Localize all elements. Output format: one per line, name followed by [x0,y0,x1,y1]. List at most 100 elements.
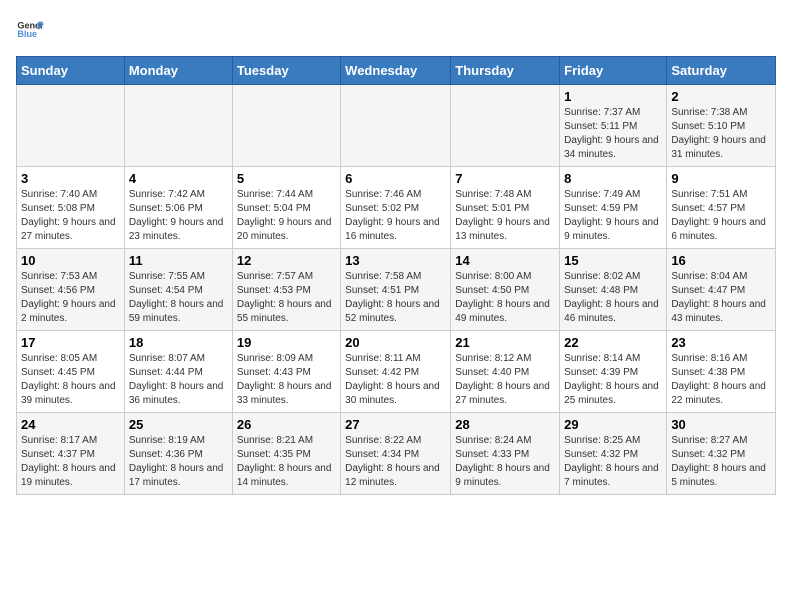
day-number: 10 [21,253,120,268]
day-info: Sunrise: 8:05 AM Sunset: 4:45 PM Dayligh… [21,352,120,408]
calendar-cell: 8Sunrise: 7:49 AM Sunset: 4:59 PM Daylig… [560,167,667,249]
weekday-header-saturday: Saturday [667,57,776,85]
logo: General Blue [16,16,44,44]
calendar-cell: 29Sunrise: 8:25 AM Sunset: 4:32 PM Dayli… [560,413,667,495]
day-number: 28 [455,417,555,432]
calendar-cell: 20Sunrise: 8:11 AM Sunset: 4:42 PM Dayli… [341,331,451,413]
day-number: 12 [237,253,336,268]
calendar-week-4: 24Sunrise: 8:17 AM Sunset: 4:37 PM Dayli… [17,413,776,495]
logo-icon: General Blue [16,16,44,44]
calendar-table: SundayMondayTuesdayWednesdayThursdayFrid… [16,56,776,495]
day-number: 1 [564,89,662,104]
calendar-week-0: 1 Sunrise: 7:37 AM Sunset: 5:11 PM Daylig… [17,85,776,167]
calendar-cell: 7 Sunrise: 7:48 AM Sunset: 5:01 PM Daylig… [451,167,560,249]
day-info: Sunrise: 7:42 AM Sunset: 5:06 PM Dayligh… [129,188,228,244]
day-info: Sunrise: 8:16 AM Sunset: 4:38 PM Dayligh… [671,352,771,408]
day-info: Sunrise: 7:48 AM Sunset: 5:01 PM Dayligh… [455,188,555,244]
day-info: Sunrise: 8:04 AM Sunset: 4:47 PM Dayligh… [671,270,771,326]
weekday-header-tuesday: Tuesday [232,57,340,85]
day-info: Sunrise: 8:02 AM Sunset: 4:48 PM Dayligh… [564,270,662,326]
day-number: 13 [345,253,446,268]
calendar-cell: 1 Sunrise: 7:37 AM Sunset: 5:11 PM Daylig… [560,85,667,167]
day-number: 30 [671,417,771,432]
calendar-cell: 13Sunrise: 7:58 AM Sunset: 4:51 PM Dayli… [341,249,451,331]
weekday-header-monday: Monday [124,57,232,85]
calendar-cell: 10 Sunrise: 7:53 AM Sunset: 4:56 PM Dayli… [17,249,125,331]
calendar-cell [451,85,560,167]
day-number: 18 [129,335,228,350]
calendar-cell: 24Sunrise: 8:17 AM Sunset: 4:37 PM Dayli… [17,413,125,495]
day-info: Sunrise: 7:40 AM Sunset: 5:08 PM Dayligh… [21,188,120,244]
day-info: Sunrise: 7:46 AM Sunset: 5:02 PM Dayligh… [345,188,446,244]
calendar-cell: 11 Sunrise: 7:55 AM Sunset: 4:54 PM Dayli… [124,249,232,331]
day-info: Sunrise: 8:17 AM Sunset: 4:37 PM Dayligh… [21,434,120,490]
day-number: 25 [129,417,228,432]
weekday-header-wednesday: Wednesday [341,57,451,85]
calendar-cell [341,85,451,167]
day-number: 2 [671,89,771,104]
calendar-cell: 18Sunrise: 8:07 AM Sunset: 4:44 PM Dayli… [124,331,232,413]
calendar-cell: 25 Sunrise: 8:19 AM Sunset: 4:36 PM Dayli… [124,413,232,495]
calendar-cell: 17Sunrise: 8:05 AM Sunset: 4:45 PM Dayli… [17,331,125,413]
calendar-cell: 6 Sunrise: 7:46 AM Sunset: 5:02 PM Daylig… [341,167,451,249]
day-info: Sunrise: 8:25 AM Sunset: 4:32 PM Dayligh… [564,434,662,490]
weekday-header-thursday: Thursday [451,57,560,85]
day-info: Sunrise: 7:53 AM Sunset: 4:56 PM Dayligh… [21,270,120,326]
day-number: 7 [455,171,555,186]
weekday-row: SundayMondayTuesdayWednesdayThursdayFrid… [17,57,776,85]
day-info: Sunrise: 8:00 AM Sunset: 4:50 PM Dayligh… [455,270,555,326]
calendar-cell: 30 Sunrise: 8:27 AM Sunset: 4:32 PM Dayli… [667,413,776,495]
calendar-cell: 12 Sunrise: 7:57 AM Sunset: 4:53 PM Dayli… [232,249,340,331]
calendar-header: SundayMondayTuesdayWednesdayThursdayFrid… [17,57,776,85]
day-number: 26 [237,417,336,432]
day-number: 5 [237,171,336,186]
calendar-cell: 19Sunrise: 8:09 AM Sunset: 4:43 PM Dayli… [232,331,340,413]
day-info: Sunrise: 7:37 AM Sunset: 5:11 PM Dayligh… [564,106,662,162]
calendar-cell: 26 Sunrise: 8:21 AM Sunset: 4:35 PM Dayli… [232,413,340,495]
day-info: Sunrise: 7:49 AM Sunset: 4:59 PM Dayligh… [564,188,662,244]
day-number: 11 [129,253,228,268]
day-number: 20 [345,335,446,350]
calendar-body: 1 Sunrise: 7:37 AM Sunset: 5:11 PM Daylig… [17,85,776,495]
weekday-header-sunday: Sunday [17,57,125,85]
calendar-week-3: 17Sunrise: 8:05 AM Sunset: 4:45 PM Dayli… [17,331,776,413]
calendar-week-1: 3 Sunrise: 7:40 AM Sunset: 5:08 PM Daylig… [17,167,776,249]
day-number: 3 [21,171,120,186]
day-info: Sunrise: 8:14 AM Sunset: 4:39 PM Dayligh… [564,352,662,408]
calendar-cell: 15Sunrise: 8:02 AM Sunset: 4:48 PM Dayli… [560,249,667,331]
day-info: Sunrise: 8:24 AM Sunset: 4:33 PM Dayligh… [455,434,555,490]
calendar-cell [124,85,232,167]
calendar-week-2: 10 Sunrise: 7:53 AM Sunset: 4:56 PM Dayli… [17,249,776,331]
day-info: Sunrise: 8:12 AM Sunset: 4:40 PM Dayligh… [455,352,555,408]
calendar-cell: 21 Sunrise: 8:12 AM Sunset: 4:40 PM Dayli… [451,331,560,413]
day-number: 4 [129,171,228,186]
day-info: Sunrise: 8:22 AM Sunset: 4:34 PM Dayligh… [345,434,446,490]
day-number: 21 [455,335,555,350]
day-number: 6 [345,171,446,186]
calendar-cell: 14Sunrise: 8:00 AM Sunset: 4:50 PM Dayli… [451,249,560,331]
calendar-cell: 16 Sunrise: 8:04 AM Sunset: 4:47 PM Dayli… [667,249,776,331]
day-info: Sunrise: 8:19 AM Sunset: 4:36 PM Dayligh… [129,434,228,490]
day-info: Sunrise: 7:57 AM Sunset: 4:53 PM Dayligh… [237,270,336,326]
calendar-cell: 23 Sunrise: 8:16 AM Sunset: 4:38 PM Dayli… [667,331,776,413]
day-info: Sunrise: 7:38 AM Sunset: 5:10 PM Dayligh… [671,106,771,162]
day-number: 9 [671,171,771,186]
header: General Blue [16,16,776,44]
calendar-cell: 27 Sunrise: 8:22 AM Sunset: 4:34 PM Dayli… [341,413,451,495]
weekday-header-friday: Friday [560,57,667,85]
calendar-cell [17,85,125,167]
calendar-cell: 5 Sunrise: 7:44 AM Sunset: 5:04 PM Daylig… [232,167,340,249]
day-number: 16 [671,253,771,268]
day-number: 27 [345,417,446,432]
day-number: 19 [237,335,336,350]
day-info: Sunrise: 8:27 AM Sunset: 4:32 PM Dayligh… [671,434,771,490]
day-info: Sunrise: 7:44 AM Sunset: 5:04 PM Dayligh… [237,188,336,244]
calendar-cell [232,85,340,167]
calendar-cell: 3 Sunrise: 7:40 AM Sunset: 5:08 PM Daylig… [17,167,125,249]
day-number: 23 [671,335,771,350]
day-info: Sunrise: 7:55 AM Sunset: 4:54 PM Dayligh… [129,270,228,326]
calendar-cell: 4 Sunrise: 7:42 AM Sunset: 5:06 PM Daylig… [124,167,232,249]
day-info: Sunrise: 8:21 AM Sunset: 4:35 PM Dayligh… [237,434,336,490]
day-info: Sunrise: 7:51 AM Sunset: 4:57 PM Dayligh… [671,188,771,244]
svg-text:Blue: Blue [17,29,37,39]
